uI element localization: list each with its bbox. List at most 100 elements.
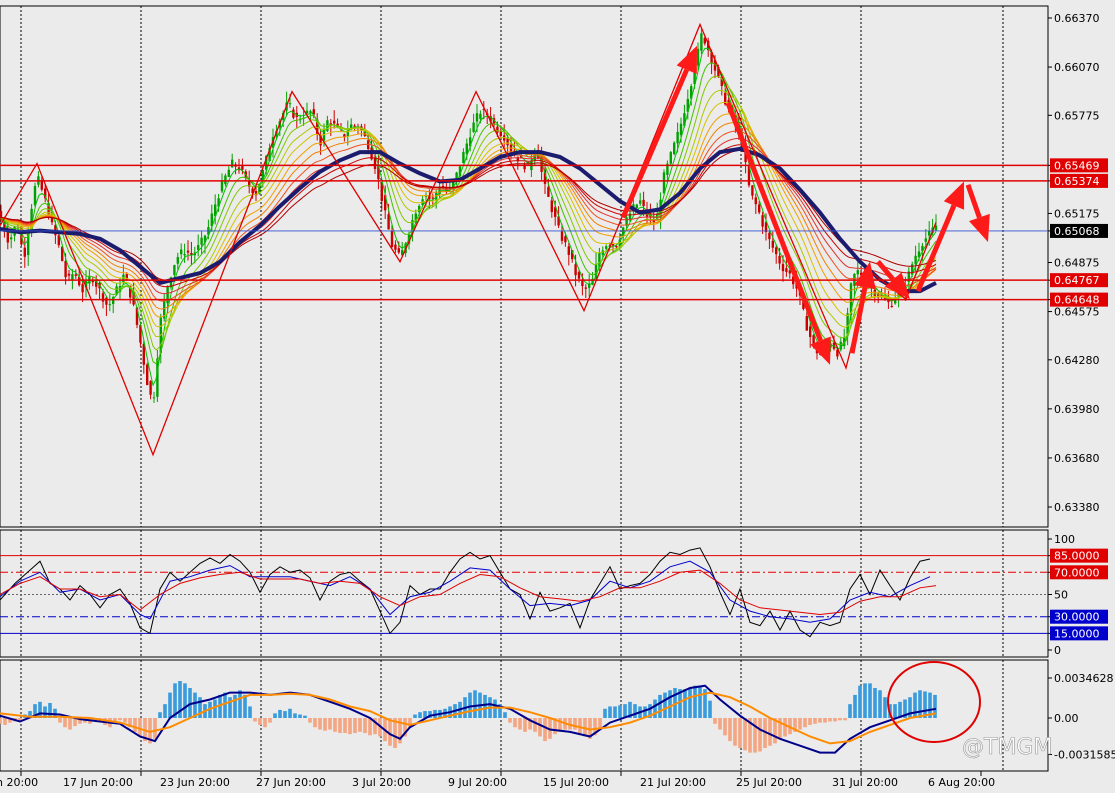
price-tick-label: 0.65775 — [1054, 109, 1100, 122]
macd-histogram-bar — [613, 706, 617, 718]
macd-histogram-bar — [838, 718, 842, 721]
macd-histogram-bar — [283, 711, 287, 718]
macd-histogram-bar — [243, 694, 247, 718]
candle-body — [809, 326, 812, 337]
macd-histogram-bar — [518, 718, 522, 730]
candle-body — [394, 244, 397, 250]
macd-histogram-bar — [268, 718, 272, 723]
macd-tick-label: 0.00 — [1054, 712, 1079, 725]
candle-body — [696, 48, 700, 66]
candle-body — [924, 238, 927, 242]
macd-histogram-bar — [513, 718, 517, 728]
macd-histogram-bar — [3, 718, 7, 725]
candle-body — [669, 152, 672, 164]
macd-histogram-bar — [728, 718, 732, 742]
candle-body — [108, 304, 111, 306]
candle-body — [615, 246, 618, 248]
osc-label: 15.0000 — [1054, 627, 1100, 640]
macd-histogram-bar — [158, 712, 162, 718]
candle-body — [639, 200, 642, 204]
macd-histogram-bar — [668, 690, 672, 718]
macd-histogram-bar — [303, 715, 307, 718]
macd-histogram-bar — [653, 699, 657, 718]
time-tick-label: 31 Jul 20:00 — [832, 776, 898, 789]
macd-histogram-bar — [483, 694, 487, 718]
candle-body — [887, 300, 890, 303]
time-tick-label: 17 Jun 20:00 — [63, 776, 133, 789]
candle-body — [771, 240, 774, 248]
chart-canvas: 0.66370 0.66070 0.65775 0.65469 0.65374 0.651… — [0, 0, 1115, 793]
candle-body — [333, 120, 336, 124]
time-tick-label: n 20:00 — [0, 776, 38, 789]
macd-histogram-bar — [288, 708, 292, 718]
macd-histogram-bar — [798, 718, 802, 730]
macd-histogram-bar — [758, 718, 762, 752]
candle-body — [584, 287, 587, 289]
macd-histogram-bar — [818, 718, 822, 723]
macd-histogram-bar — [833, 718, 837, 722]
candle-body — [180, 249, 183, 255]
macd-histogram-bar — [233, 694, 237, 718]
macd-histogram-bar — [468, 692, 472, 718]
macd-histogram-bar — [38, 701, 42, 718]
macd-histogram-bar — [808, 718, 812, 725]
macd-histogram-bar — [293, 713, 297, 718]
macd-histogram-bar — [633, 704, 637, 718]
macd-histogram-bar — [708, 700, 712, 718]
macd-histogram-bar — [118, 718, 122, 721]
candle-body — [81, 284, 84, 293]
price-tick-label: 0.66370 — [1054, 12, 1100, 25]
candle-body — [173, 265, 176, 275]
candle-body — [914, 255, 917, 265]
macd-histogram-bar — [543, 718, 547, 742]
macd-histogram-bar — [873, 687, 877, 718]
macd-histogram-bar — [823, 718, 827, 723]
macd-histogram-bar — [328, 718, 332, 730]
candle-body — [781, 264, 785, 272]
macd-histogram-bar — [848, 704, 852, 718]
macd-histogram-bar — [343, 718, 347, 734]
candle-body — [346, 131, 349, 137]
candle-body — [462, 151, 465, 164]
candle-body — [397, 248, 400, 253]
candle-body — [472, 122, 475, 132]
candle-body — [390, 231, 394, 248]
macd-histogram-bar — [918, 690, 922, 718]
macd-histogram-bar — [658, 694, 662, 718]
time-tick-label: 21 Jul 20:00 — [640, 776, 706, 789]
candle-body — [71, 274, 74, 280]
candle-body — [186, 250, 190, 253]
macd-histogram-bar — [318, 718, 322, 730]
time-tick-label: 6 Aug 20:00 — [928, 776, 995, 789]
candle-body — [146, 364, 149, 386]
candle-body — [152, 397, 156, 399]
candle-body — [673, 142, 676, 155]
macd-histogram-bar — [733, 718, 737, 746]
candle-body — [224, 175, 227, 185]
candle-body — [547, 186, 550, 197]
candle-body — [288, 103, 292, 105]
macd-histogram-bar — [278, 709, 282, 718]
macd-histogram-bar — [323, 718, 327, 731]
candle-body — [873, 289, 876, 297]
macd-histogram-bar — [868, 683, 872, 718]
osc-label: 70.0000 — [1054, 566, 1100, 579]
macd-histogram-bar — [718, 718, 722, 730]
candle-body — [309, 111, 312, 113]
candle-body — [183, 253, 186, 256]
panel-frame — [0, 529, 1049, 658]
macd-histogram-bar — [578, 718, 582, 734]
candle-body — [475, 113, 479, 122]
candle-body — [64, 261, 67, 278]
macd-histogram-bar — [418, 712, 422, 718]
macd-histogram-bar — [0, 718, 2, 724]
macd-histogram-bar — [473, 690, 477, 718]
macd-histogram-bar — [253, 718, 257, 722]
candle-body — [227, 169, 230, 177]
macd-histogram-bar — [923, 691, 927, 718]
macd-histogram-bar — [723, 718, 727, 736]
candle-body — [10, 237, 13, 240]
macd-histogram-bar — [693, 685, 697, 718]
macd-histogram-bar — [258, 718, 262, 725]
macd-histogram-bar — [168, 692, 172, 718]
